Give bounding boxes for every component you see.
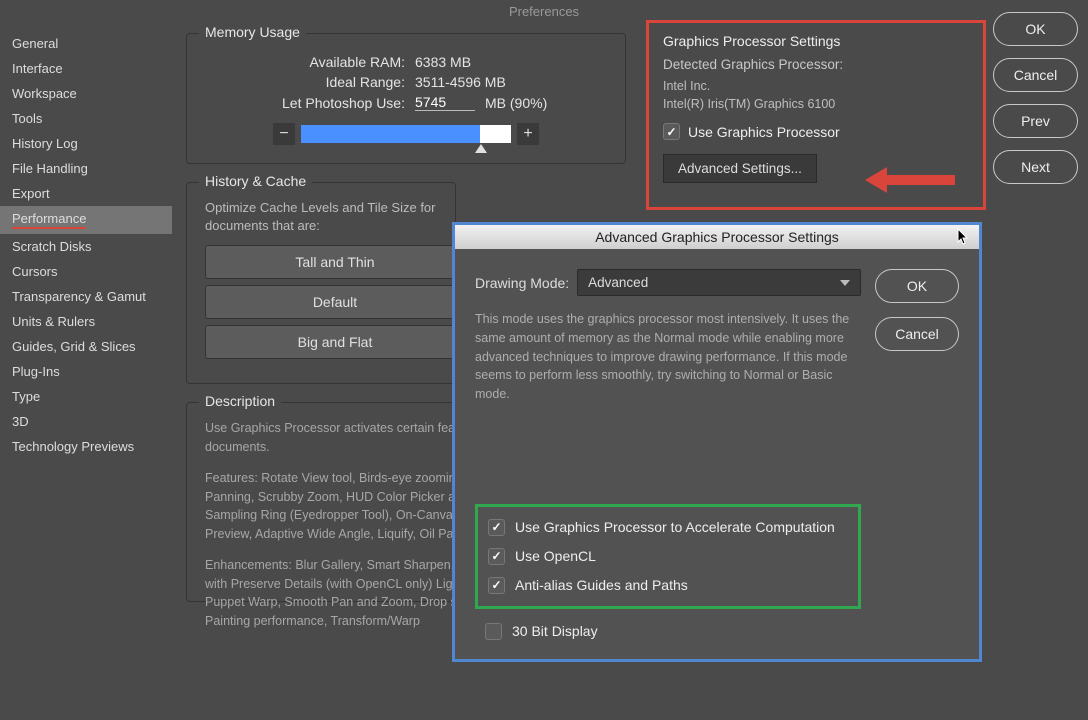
sidebar-item-plug-ins[interactable]: Plug-Ins [0, 359, 172, 384]
history-cache-title: History & Cache [199, 173, 312, 189]
cancel-button[interactable]: Cancel [993, 58, 1078, 92]
drawing-mode-label: Drawing Mode: [475, 275, 569, 291]
gpu-vendor: Intel Inc. [663, 78, 969, 96]
use-gpu-checkbox[interactable] [663, 123, 680, 140]
memory-slider[interactable] [301, 125, 511, 143]
sidebar-item-transparency-gamut[interactable]: Transparency & Gamut [0, 284, 172, 309]
chk-antialias[interactable] [488, 577, 505, 594]
memory-usage-title: Memory Usage [199, 24, 306, 40]
drawing-mode-select[interactable]: Advanced [577, 269, 861, 296]
sidebar-item-performance[interactable]: Performance [0, 206, 172, 234]
cursor-icon [957, 228, 971, 246]
chk-antialias-label: Anti-alias Guides and Paths [515, 577, 688, 593]
let-use-input[interactable] [415, 94, 475, 111]
next-button[interactable]: Next [993, 150, 1078, 184]
sidebar-item-tools[interactable]: Tools [0, 106, 172, 131]
sidebar-item-file-handling[interactable]: File Handling [0, 156, 172, 181]
slider-thumb-icon[interactable] [475, 144, 487, 153]
history-cache-group: History & Cache Optimize Cache Levels an… [186, 182, 456, 384]
advanced-dialog-title: Advanced Graphics Processor Settings [455, 225, 979, 249]
advanced-cancel-button[interactable]: Cancel [875, 317, 959, 351]
default-button[interactable]: Default [205, 285, 465, 319]
sidebar-item-export[interactable]: Export [0, 181, 172, 206]
advanced-ok-button[interactable]: OK [875, 269, 959, 303]
chk-30bit[interactable] [485, 623, 502, 640]
chk-accelerate-label: Use Graphics Processor to Accelerate Com… [515, 519, 835, 535]
gpu-model: Intel(R) Iris(TM) Graphics 6100 [663, 96, 969, 114]
prev-button[interactable]: Prev [993, 104, 1078, 138]
available-ram-label: Available RAM: [205, 54, 415, 70]
chk-30bit-label: 30 Bit Display [512, 623, 598, 639]
memory-increase-button[interactable]: + [517, 123, 539, 145]
gpu-settings-panel: Graphics Processor Settings Detected Gra… [646, 20, 986, 210]
let-use-label: Let Photoshop Use: [205, 95, 415, 111]
use-gpu-label: Use Graphics Processor [688, 124, 840, 140]
sidebar-item-guides-grid-slices[interactable]: Guides, Grid & Slices [0, 334, 172, 359]
annotation-arrow-icon [865, 167, 955, 193]
sidebar: General Interface Workspace Tools Histor… [0, 23, 172, 719]
sidebar-item-scratch-disks[interactable]: Scratch Disks [0, 234, 172, 259]
memory-decrease-button[interactable]: − [273, 123, 295, 145]
history-cache-text: Optimize Cache Levels and Tile Size for … [205, 199, 437, 235]
ideal-range-value: 3511-4596 MB [415, 74, 506, 90]
ok-button[interactable]: OK [993, 12, 1078, 46]
gpu-settings-title: Graphics Processor Settings [663, 33, 969, 49]
advanced-settings-button[interactable]: Advanced Settings... [663, 154, 817, 183]
chk-opencl[interactable] [488, 548, 505, 565]
memory-usage-group: Memory Usage Available RAM:6383 MB Ideal… [186, 33, 626, 164]
sidebar-item-technology-previews[interactable]: Technology Previews [0, 434, 172, 459]
advanced-gpu-dialog: Advanced Graphics Processor Settings Dra… [452, 222, 982, 662]
chk-opencl-label: Use OpenCL [515, 548, 596, 564]
sidebar-item-units-rulers[interactable]: Units & Rulers [0, 309, 172, 334]
chk-accelerate[interactable] [488, 519, 505, 536]
sidebar-item-type[interactable]: Type [0, 384, 172, 409]
annotation-green-box: Use Graphics Processor to Accelerate Com… [475, 504, 861, 609]
available-ram-value: 6383 MB [415, 54, 471, 70]
sidebar-item-history-log[interactable]: History Log [0, 131, 172, 156]
detected-gpu-label: Detected Graphics Processor: [663, 57, 969, 72]
ideal-range-label: Ideal Range: [205, 74, 415, 90]
sidebar-item-3d[interactable]: 3D [0, 409, 172, 434]
sidebar-item-cursors[interactable]: Cursors [0, 259, 172, 284]
big-flat-button[interactable]: Big and Flat [205, 325, 465, 359]
let-use-unit: MB (90%) [485, 95, 547, 111]
tall-thin-button[interactable]: Tall and Thin [205, 245, 465, 279]
sidebar-item-general[interactable]: General [0, 31, 172, 56]
drawing-mode-desc: This mode uses the graphics processor mo… [475, 310, 861, 404]
sidebar-item-workspace[interactable]: Workspace [0, 81, 172, 106]
sidebar-item-interface[interactable]: Interface [0, 56, 172, 81]
description-title: Description [199, 393, 281, 409]
